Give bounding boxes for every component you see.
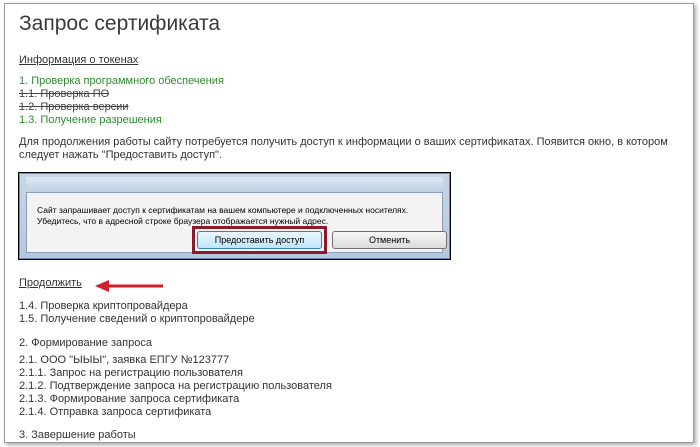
step-po-check: 1.1. Проверка ПО xyxy=(19,88,110,100)
step-crypto-check: 1.4. Проверка криптопровайдера xyxy=(19,300,188,312)
step-user-registration: 2.1.1. Запрос на регистрацию пользовател… xyxy=(19,367,243,379)
step-request-forming: 2. Формирование запроса xyxy=(19,337,152,349)
grant-access-button[interactable]: Предоставить доступ xyxy=(197,231,322,249)
dialog-body: Сайт запрашивает доступ к сертификатам н… xyxy=(26,192,447,254)
step-org-request: 2.1. ООО "ЫЫЫ", заявка ЕПГУ №123777 xyxy=(19,354,230,366)
step-finish: 3. Завершение работы xyxy=(19,429,136,441)
dialog-titlebar xyxy=(26,177,443,189)
red-arrow-icon xyxy=(95,280,163,292)
continue-link[interactable]: Продолжить xyxy=(19,277,82,289)
step-software-check: 1. Проверка программного обеспечения xyxy=(19,75,224,87)
step-registration-confirm: 2.1.2. Подтверждение запроса на регистра… xyxy=(19,380,332,392)
page-title: Запрос сертификата xyxy=(19,12,221,35)
cancel-button[interactable]: Отменить xyxy=(332,231,447,249)
instruction-text: Для продолжения работы сайту потребуется… xyxy=(19,136,668,161)
access-dialog: Сайт запрашивает доступ к сертификатам н… xyxy=(19,173,450,259)
dialog-message: Сайт запрашивает доступ к сертификатам н… xyxy=(37,205,447,227)
step-get-permission: 1.3. Получение разрешения xyxy=(19,114,162,126)
step-crypto-info: 1.5. Получение сведений о криптопровайде… xyxy=(19,313,255,325)
step-version-check: 1.2. Проверка версии xyxy=(19,101,129,113)
access-dialog-screenshot: Сайт запрашивает доступ к сертификатам н… xyxy=(18,172,451,260)
step-cert-request-send: 2.1.4. Отправка запроса сертификата xyxy=(19,406,212,418)
page-frame: Запрос сертификата Информация о токенах … xyxy=(4,3,694,443)
tokens-info-link[interactable]: Информация о токенах xyxy=(19,54,138,66)
step-cert-request-forming: 2.1.3. Формирование запроса сертификата xyxy=(19,393,240,405)
dialog-message-line1: Сайт запрашивает доступ к сертификатам н… xyxy=(37,205,409,215)
